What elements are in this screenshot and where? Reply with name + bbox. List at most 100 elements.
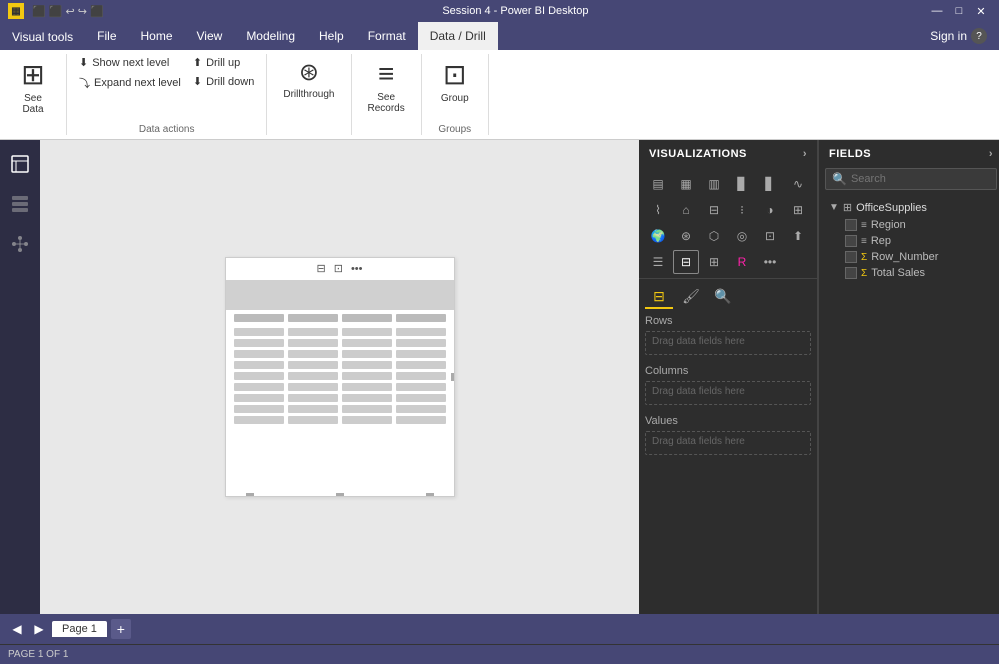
resize-bottom-left[interactable]	[246, 493, 254, 496]
table-col-1	[234, 314, 284, 322]
viz-r-visual[interactable]: R	[729, 250, 755, 274]
report-view-icon[interactable]	[4, 148, 36, 180]
field-name-rep: Rep	[871, 235, 891, 247]
title-bar: ▦ ⬛ ⬛ ↩ ↪ ⬛ Session 4 - Power BI Desktop…	[0, 0, 999, 22]
values-zone: Values Drag data fields here	[645, 415, 811, 455]
viz-table[interactable]: ⊟	[673, 250, 699, 274]
viz-more[interactable]: •••	[757, 250, 783, 274]
expand-next-level-button[interactable]: ⤵ Expand next level	[75, 73, 185, 93]
viz-clustered-bar[interactable]: ▦	[673, 172, 699, 196]
app-menu-bar-icons: ⬛ ⬛ ↩ ↪ ⬛	[32, 5, 104, 18]
viz-100pct-bar[interactable]: ▥	[701, 172, 727, 196]
menu-file[interactable]: File	[85, 22, 128, 50]
fields-expand-icon[interactable]: ›	[989, 148, 993, 160]
field-item-rownumber[interactable]: Σ Row_Number	[825, 249, 997, 265]
menu-data-drill[interactable]: Data / Drill	[418, 22, 498, 50]
field-item-rep[interactable]: ≡ Rep	[825, 233, 997, 249]
viz-stacked-bar[interactable]: ▤	[645, 172, 671, 196]
menu-visual-tools[interactable]: Visual tools	[0, 22, 85, 50]
drill-up-icon: ⬆	[193, 56, 202, 69]
prev-page-button[interactable]: ◀	[8, 620, 26, 638]
data-view-icon[interactable]	[4, 188, 36, 220]
main-area: ⊟ ⊡ •••	[0, 140, 999, 614]
menu-view[interactable]: View	[185, 22, 235, 50]
drillthrough-button[interactable]: ⊛ Drillthrough	[275, 54, 342, 104]
menu-bar: Visual tools File Home View Modeling Hel…	[0, 22, 999, 50]
viz-ribbon[interactable]: ⌂	[673, 198, 699, 222]
viz-area[interactable]: ⌇	[645, 198, 671, 222]
viz-slicer[interactable]: ☰	[645, 250, 671, 274]
menu-help[interactable]: Help	[307, 22, 356, 50]
status-bar: PAGE 1 OF 1	[0, 644, 999, 664]
field-checkbox-totalsales[interactable]	[845, 267, 857, 279]
viz-pie[interactable]: ◑	[757, 198, 783, 222]
resize-bottom-right[interactable]	[426, 493, 434, 496]
viz-gauge[interactable]: ◎	[729, 224, 755, 248]
status-text: PAGE 1 OF 1	[8, 649, 68, 660]
group-button[interactable]: ⊡ Group	[430, 54, 480, 108]
drill-down-button[interactable]: ⬇ Drill down	[189, 73, 259, 90]
viz-kpi[interactable]: ⬆	[785, 224, 811, 248]
viz-tab-format[interactable]: 🖌	[677, 285, 705, 309]
fields-search-box[interactable]: 🔍	[825, 168, 997, 190]
field-item-totalsales[interactable]: Σ Total Sales	[825, 265, 997, 281]
visual-toolbar-icon1[interactable]: ⊟	[317, 262, 326, 275]
field-table-header[interactable]: ▼ ⊞ OfficeSupplies	[825, 198, 997, 217]
viz-filled-map[interactable]: ⊛	[673, 224, 699, 248]
columns-drop[interactable]: Drag data fields here	[645, 381, 811, 405]
drill-up-button[interactable]: ⬆ Drill up	[189, 54, 259, 71]
canvas-area[interactable]: ⊟ ⊡ •••	[40, 140, 639, 614]
viz-treemap[interactable]: ⊞	[785, 198, 811, 222]
viz-waterfall[interactable]: ⊟	[701, 198, 727, 222]
menu-home[interactable]: Home	[129, 22, 185, 50]
viz-clustered-col[interactable]: ▋	[757, 172, 783, 196]
see-records-button[interactable]: ≡ See Records	[360, 54, 413, 118]
fields-header: FIELDS ›	[819, 140, 999, 168]
viz-tab-analytics[interactable]: 🔍	[709, 285, 737, 309]
field-item-region[interactable]: ≡ Region	[825, 217, 997, 233]
table-icon: ⊞	[843, 201, 852, 214]
menu-modeling[interactable]: Modeling	[234, 22, 307, 50]
table-col-2	[288, 314, 338, 322]
model-view-icon[interactable]	[4, 228, 36, 260]
resize-right[interactable]	[451, 373, 454, 381]
visual-container[interactable]: ⊟ ⊡ •••	[225, 257, 455, 497]
sign-in-area[interactable]: Sign in ?	[918, 22, 999, 50]
resize-bottom[interactable]	[336, 493, 344, 496]
see-records-icon: ≡	[378, 58, 394, 90]
close-button[interactable]: ✕	[971, 3, 991, 19]
field-table-officesupplies: ▼ ⊞ OfficeSupplies ≡ Region ≡ Rep Σ	[819, 196, 999, 283]
drillthrough-icon: ⊛	[299, 58, 319, 87]
table-col-4	[396, 314, 446, 322]
show-next-level-button[interactable]: ⬇ Show next level	[75, 54, 185, 71]
next-page-button[interactable]: ▶	[30, 620, 48, 638]
data-actions-label: Data actions	[139, 124, 195, 135]
viz-tab-fields[interactable]: ⊟	[645, 285, 673, 309]
groups-label: Groups	[438, 124, 471, 135]
viz-panel-expand-icon[interactable]: ›	[803, 148, 807, 160]
rows-drop[interactable]: Drag data fields here	[645, 331, 811, 355]
viz-card[interactable]: ⊡	[757, 224, 783, 248]
menu-format[interactable]: Format	[356, 22, 418, 50]
viz-scatter[interactable]: ⁝	[729, 198, 755, 222]
page-1-tab[interactable]: Page 1	[52, 621, 107, 637]
viz-line[interactable]: ∿	[785, 172, 811, 196]
group-icon: ⊡	[443, 58, 466, 91]
visual-more-icon[interactable]: •••	[351, 263, 363, 275]
left-panel	[0, 140, 40, 614]
viz-funnel[interactable]: ⬡	[701, 224, 727, 248]
viz-stacked-col[interactable]: ▊	[729, 172, 755, 196]
maximize-button[interactable]: □	[949, 3, 969, 19]
fields-search-input[interactable]	[851, 173, 993, 185]
field-checkbox-region[interactable]	[845, 219, 857, 231]
field-name-totalsales: Total Sales	[871, 267, 925, 279]
minimize-button[interactable]: —	[927, 3, 947, 19]
viz-map[interactable]: 🌍	[645, 224, 671, 248]
see-data-button[interactable]: ⊞ See Data	[8, 54, 58, 119]
values-drop[interactable]: Drag data fields here	[645, 431, 811, 455]
add-page-button[interactable]: +	[111, 619, 131, 639]
field-checkbox-rep[interactable]	[845, 235, 857, 247]
visual-toolbar-icon2[interactable]: ⊡	[334, 262, 343, 275]
field-checkbox-rownumber[interactable]	[845, 251, 857, 263]
viz-matrix[interactable]: ⊞	[701, 250, 727, 274]
